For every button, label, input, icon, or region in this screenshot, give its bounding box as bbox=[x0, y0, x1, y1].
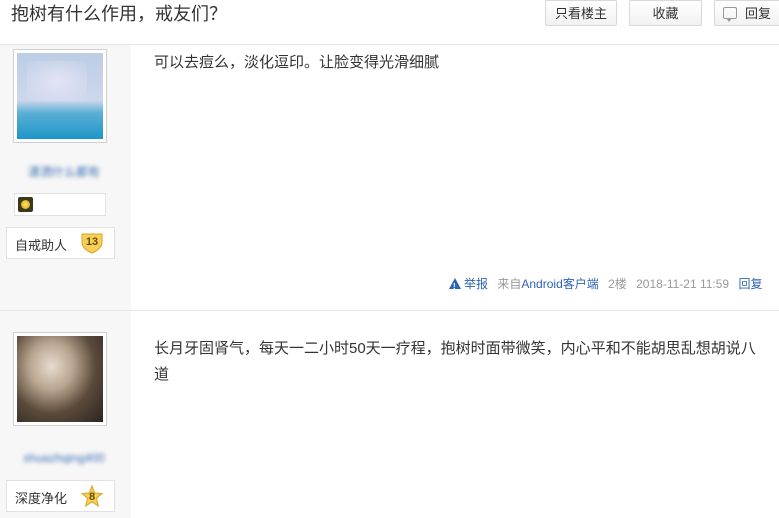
post-content: 长月牙固肾气，每天一二小时50天一疗程，抱树时面带微笑，内心平和不能胡思乱想胡说… bbox=[154, 340, 756, 383]
level-number: 13 bbox=[85, 236, 99, 248]
avatar-image bbox=[17, 336, 103, 422]
post-author-sidebar: shuazhqing400 深度净化 8 bbox=[0, 311, 131, 518]
post-time: 2018-11-21 11:59 bbox=[636, 277, 730, 291]
medal-bar bbox=[14, 193, 106, 216]
floor-number: 2楼 bbox=[608, 277, 627, 291]
post-reply-link[interactable]: 回复 bbox=[738, 276, 762, 292]
level-box[interactable]: 自戒助人 13 bbox=[6, 227, 115, 259]
client-link[interactable]: Android客户端 bbox=[521, 276, 598, 292]
avatar[interactable] bbox=[13, 332, 107, 426]
thread-header: 抱树有什么作用，戒友们？ 只看楼主 收藏 回复 bbox=[0, 0, 779, 45]
report-label: 举报 bbox=[464, 277, 489, 291]
post-tail: 举报 来自Android客户端 2楼 2018-11-21 11:59 回复 bbox=[449, 276, 779, 295]
only-op-button[interactable]: 只看楼主 bbox=[545, 0, 617, 26]
post-content: 可以去痘么，淡化逗印。让脸变得光滑细腻 bbox=[154, 54, 440, 71]
reply-button-label: 回复 bbox=[745, 6, 772, 21]
level-name: 深度净化 bbox=[15, 491, 68, 506]
medal-icon[interactable] bbox=[18, 197, 33, 212]
username-link[interactable]: 潇洒什么都有 bbox=[14, 163, 114, 180]
warning-icon bbox=[449, 278, 461, 295]
level-name: 自戒助人 bbox=[15, 238, 68, 253]
username-link[interactable]: shuazhqing400 bbox=[14, 451, 114, 465]
level-badge-icon: 8 bbox=[80, 484, 104, 508]
level-number: 8 bbox=[88, 491, 96, 503]
from-label: 来自 bbox=[497, 277, 522, 291]
reply-button[interactable]: 回复 bbox=[714, 0, 779, 26]
report-link[interactable]: 举报 bbox=[449, 276, 489, 295]
post-author-sidebar: 潇洒什么都有 自戒助人 13 bbox=[0, 45, 131, 310]
thread-title: 抱树有什么作用，戒友们？ bbox=[11, 4, 227, 24]
comment-icon bbox=[723, 7, 737, 22]
level-box[interactable]: 深度净化 8 bbox=[6, 480, 115, 512]
level-badge-icon: 13 bbox=[80, 232, 104, 254]
avatar-image bbox=[17, 53, 103, 139]
avatar[interactable] bbox=[13, 49, 107, 143]
favorite-button[interactable]: 收藏 bbox=[629, 0, 702, 26]
